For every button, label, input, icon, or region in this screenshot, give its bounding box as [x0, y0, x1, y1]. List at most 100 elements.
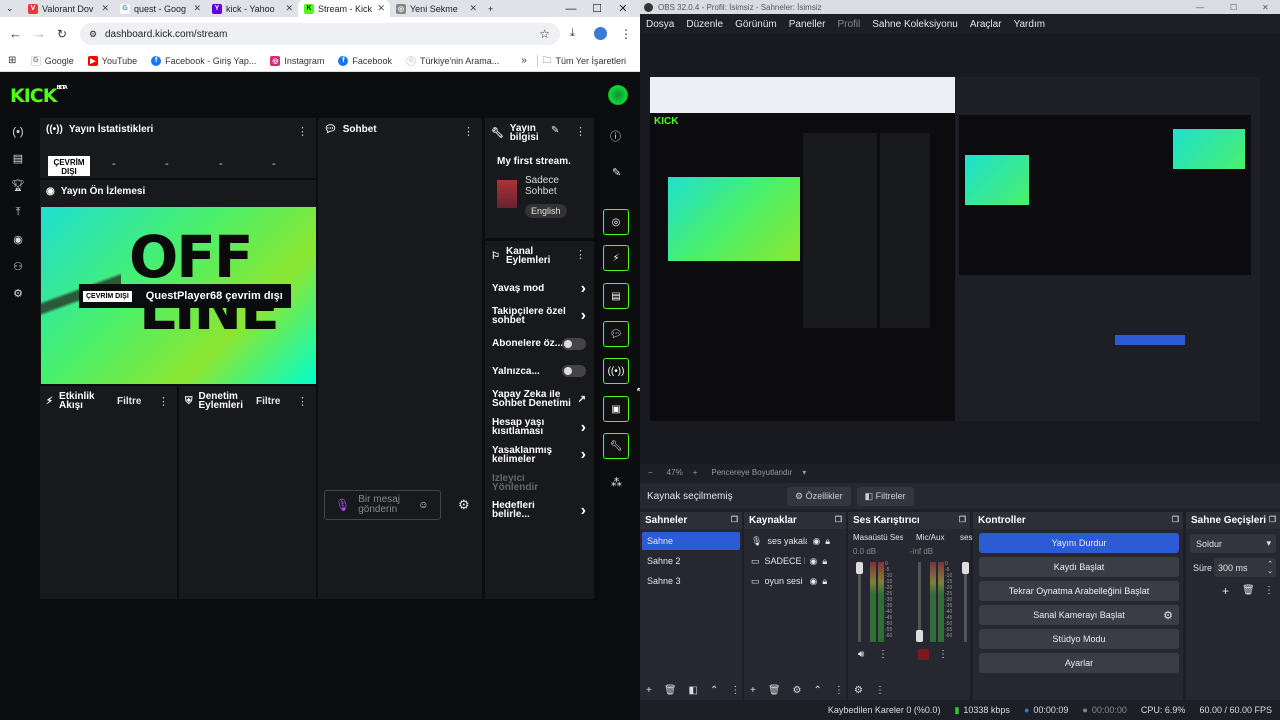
- source-item[interactable]: ▭ SADECE M ◉ 🔒︎: [746, 552, 844, 570]
- tools-button[interactable]: 🔧︎: [603, 433, 629, 459]
- bolt-button[interactable]: ⚡︎: [603, 245, 629, 271]
- all-bookmarks[interactable]: 🗀 Tüm Yer İşaretleri: [542, 53, 626, 69]
- community-icon[interactable]: ⁂: [611, 476, 622, 489]
- media-button[interactable]: ▣: [603, 396, 629, 422]
- kick-logo[interactable]: KICKBETA: [10, 85, 68, 107]
- analytics-icon[interactable]: ▤: [0, 145, 36, 172]
- maximize-icon[interactable]: ☐: [584, 0, 610, 17]
- bookmark-google[interactable]: G Google: [30, 55, 74, 66]
- undock-icon[interactable]: ❐: [731, 515, 738, 524]
- volume-slider[interactable]: [916, 562, 923, 642]
- profile-avatar[interactable]: [594, 27, 607, 40]
- chat-input[interactable]: 🎙︎ Bir mesaj gönderin ☺: [324, 490, 441, 520]
- bookmark-instagram[interactable]: ◎ Instagram: [270, 55, 324, 66]
- undock-icon[interactable]: ❐: [835, 515, 842, 524]
- add-icon[interactable]: +: [750, 685, 756, 696]
- virtual-camera-settings-icon[interactable]: ⚙: [1157, 605, 1179, 625]
- upload-icon[interactable]: ⤒: [0, 199, 36, 226]
- studio-mode-button[interactable]: Stüdyo Modu: [979, 629, 1179, 649]
- stepper-icon[interactable]: ⌃ ⌄: [1267, 561, 1273, 575]
- eye-icon[interactable]: ◉: [810, 556, 818, 567]
- chat-button[interactable]: 💬︎: [603, 321, 629, 347]
- filters-button[interactable]: ◧ Filtreler: [856, 486, 914, 506]
- filter-button[interactable]: Filtre: [256, 396, 280, 407]
- menu-scene-collection[interactable]: Sahne Koleksiyonu: [872, 19, 958, 30]
- chat-settings-icon[interactable]: ⚙: [458, 497, 470, 513]
- more-icon[interactable]: ⋮: [834, 685, 844, 696]
- menu-docks[interactable]: Paneller: [789, 19, 826, 30]
- undock-icon[interactable]: ❐: [1269, 515, 1276, 524]
- channel-action-item[interactable]: Yavaş mod ›: [492, 276, 590, 300]
- close-window-icon[interactable]: ✕: [610, 0, 636, 17]
- close-icon[interactable]: ✕: [101, 3, 109, 14]
- forward-icon[interactable]: →: [33, 26, 46, 41]
- bookmark-youtube[interactable]: ▶ YouTube: [87, 55, 137, 66]
- scene-item[interactable]: Sahne 3: [642, 572, 740, 590]
- menu-file[interactable]: Dosya: [646, 19, 674, 30]
- more-icon[interactable]: ⋮: [463, 125, 474, 138]
- move-up-icon[interactable]: ⌃: [710, 685, 718, 696]
- more-icon[interactable]: ⋮: [575, 125, 586, 138]
- star-icon[interactable]: ☆: [539, 27, 550, 41]
- raid-button[interactable]: ◎: [603, 209, 629, 235]
- lock-icon[interactable]: 🔒︎: [822, 576, 827, 587]
- duration-field[interactable]: 300 ms ⌃ ⌄: [1214, 558, 1276, 577]
- more-icon[interactable]: ⋮: [158, 395, 169, 408]
- close-window-icon[interactable]: ✕: [1262, 3, 1269, 12]
- volume-slider[interactable]: [962, 562, 969, 642]
- channel-action-item[interactable]: Abonelere öz...: [492, 332, 590, 356]
- scene-item[interactable]: Sahne: [642, 532, 740, 550]
- channel-action-item[interactable]: Takipçilere özel sohbet ›: [492, 304, 590, 328]
- bookmark-facebook-login[interactable]: f Facebook - Giriş Yap...: [151, 55, 256, 66]
- filter-button[interactable]: Filtre: [117, 396, 141, 407]
- clipboard-button[interactable]: ▤: [603, 283, 629, 309]
- menu-profile[interactable]: Profil: [837, 19, 860, 30]
- obs-preview[interactable]: KICK: [640, 34, 1280, 464]
- tab-menu-button[interactable]: ⌄: [0, 0, 22, 17]
- user-avatar[interactable]: [608, 85, 628, 105]
- trophy-icon[interactable]: 🏆︎: [0, 172, 36, 199]
- back-icon[interactable]: ←: [9, 26, 22, 41]
- close-icon[interactable]: ✕: [193, 3, 201, 14]
- close-icon[interactable]: ✕: [469, 3, 477, 14]
- menu-view[interactable]: Görünüm: [735, 19, 777, 30]
- slider-handle[interactable]: [856, 562, 863, 574]
- tab-yahoo[interactable]: Ykick - Yahoo ✕: [206, 0, 298, 17]
- gear-icon[interactable]: ⚙: [793, 685, 802, 696]
- scene-item[interactable]: Sahne 2: [642, 552, 740, 570]
- more-icon[interactable]: ⋮: [875, 685, 885, 696]
- trash-icon[interactable]: 🗑︎: [1242, 585, 1255, 596]
- stop-stream-button[interactable]: Yayını Durdur: [979, 533, 1179, 553]
- channel-action-item[interactable]: Yalnızca...: [492, 359, 590, 383]
- reload-icon[interactable]: ↻: [57, 27, 67, 41]
- info-icon[interactable]: ⓘ: [610, 128, 621, 144]
- volume-slider[interactable]: [856, 562, 863, 642]
- scene-filter-icon[interactable]: ◧: [689, 685, 698, 696]
- zoom-in-icon[interactable]: +: [693, 468, 698, 477]
- channel-action-item[interactable]: Yasaklanmış kelimeler ›: [492, 443, 590, 467]
- broadcast-button[interactable]: ((•)): [603, 358, 629, 384]
- muted-icon[interactable]: [918, 649, 929, 660]
- channel-action-item[interactable]: Hedefleri belirle... ›: [492, 498, 590, 522]
- add-icon[interactable]: +: [646, 685, 652, 696]
- source-item[interactable]: ▭ oyun sesi ◉ 🔒︎: [746, 572, 844, 590]
- url-field[interactable]: ⚙ dashboard.kick.com/stream ☆: [80, 23, 560, 45]
- close-icon[interactable]: ✕: [377, 3, 385, 14]
- move-up-icon[interactable]: ⌃: [814, 685, 822, 696]
- undock-icon[interactable]: ❐: [1172, 515, 1179, 524]
- more-icon[interactable]: ⋮: [297, 395, 308, 408]
- fit-window-label[interactable]: Pencereye Boyutlandır: [711, 468, 792, 477]
- toggle-switch[interactable]: [562, 365, 586, 378]
- trash-icon[interactable]: 🗑︎: [664, 685, 677, 696]
- stream-icon[interactable]: (•): [0, 118, 36, 145]
- zoom-out-icon[interactable]: −: [648, 468, 653, 477]
- source-item[interactable]: 🎙︎ ses yakala ◉ 🔒︎: [746, 532, 844, 550]
- edit-icon[interactable]: ✎: [551, 125, 559, 136]
- new-tab-button[interactable]: +: [482, 0, 504, 17]
- more-icon[interactable]: ⋮: [878, 649, 888, 660]
- browser-menu-icon[interactable]: ⋮: [620, 27, 632, 41]
- advanced-audio-icon[interactable]: ⚙: [854, 685, 863, 696]
- bookmark-yandex[interactable]: ○ Türkiye'nin Arama...: [405, 55, 499, 66]
- more-bookmarks-icon[interactable]: »: [521, 55, 527, 66]
- minimize-icon[interactable]: —: [1196, 3, 1204, 12]
